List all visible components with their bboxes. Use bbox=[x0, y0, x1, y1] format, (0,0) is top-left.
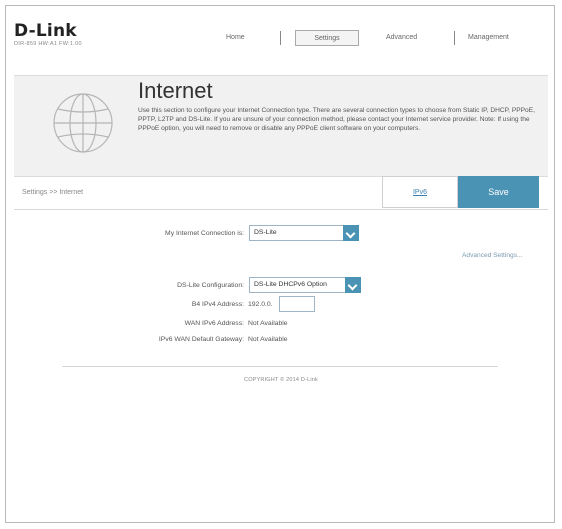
nav-advanced[interactable]: Advanced bbox=[386, 30, 417, 46]
nav-separator bbox=[454, 31, 455, 45]
nav-settings[interactable]: Settings bbox=[295, 30, 359, 46]
model-info: DIR-859 HW:A1 FW:1.00 bbox=[14, 41, 82, 47]
breadcrumb: Settings >> Internet bbox=[22, 189, 84, 196]
nav-home[interactable]: Home bbox=[226, 30, 245, 46]
chevron-down-icon bbox=[345, 277, 361, 293]
nav-management[interactable]: Management bbox=[468, 30, 509, 46]
footer-divider bbox=[62, 366, 498, 367]
action-bar: Settings >> Internet IPv6 Save bbox=[14, 176, 548, 210]
b4-ipv4-prefix: 192.0.0. bbox=[248, 301, 273, 308]
dslite-config-value: DS-Lite DHCPv6 Option bbox=[254, 281, 327, 288]
ipv6-gateway-value: Not Available bbox=[248, 336, 288, 343]
connection-type-value: DS-Lite bbox=[254, 229, 277, 236]
connection-type-select[interactable]: DS-Lite bbox=[249, 225, 359, 241]
chevron-down-icon bbox=[343, 225, 359, 241]
save-button[interactable]: Save bbox=[458, 176, 539, 208]
dlink-logo: D-Link DIR-859 HW:A1 FW:1.00 bbox=[14, 22, 82, 47]
nav-separator bbox=[280, 31, 281, 45]
ipv6-link-button[interactable]: IPv6 bbox=[382, 176, 458, 208]
dslite-config-select[interactable]: DS-Lite DHCPv6 Option bbox=[249, 277, 361, 293]
advanced-settings-link[interactable]: Advanced Settings... bbox=[462, 252, 522, 259]
copyright-footer: COPYRIGHT © 2014 D-Link bbox=[244, 377, 318, 383]
connection-type-label: My Internet Connection is: bbox=[165, 230, 244, 237]
wan-ipv6-label: WAN IPv6 Address: bbox=[184, 320, 244, 327]
page-description: Use this section to configure your Inter… bbox=[138, 107, 535, 133]
logo-text: D-Link bbox=[14, 21, 77, 41]
dslite-config-label: DS-Lite Configuration: bbox=[177, 282, 244, 289]
wan-ipv6-value: Not Available bbox=[248, 320, 288, 327]
b4-ipv4-label: B4 IPv4 Address: bbox=[191, 301, 244, 308]
ipv6-gateway-label: IPv6 WAN Default Gateway: bbox=[158, 336, 244, 343]
globe-icon bbox=[53, 93, 113, 153]
b4-ipv4-input[interactable] bbox=[279, 296, 315, 312]
page-title: Internet bbox=[138, 78, 213, 103]
